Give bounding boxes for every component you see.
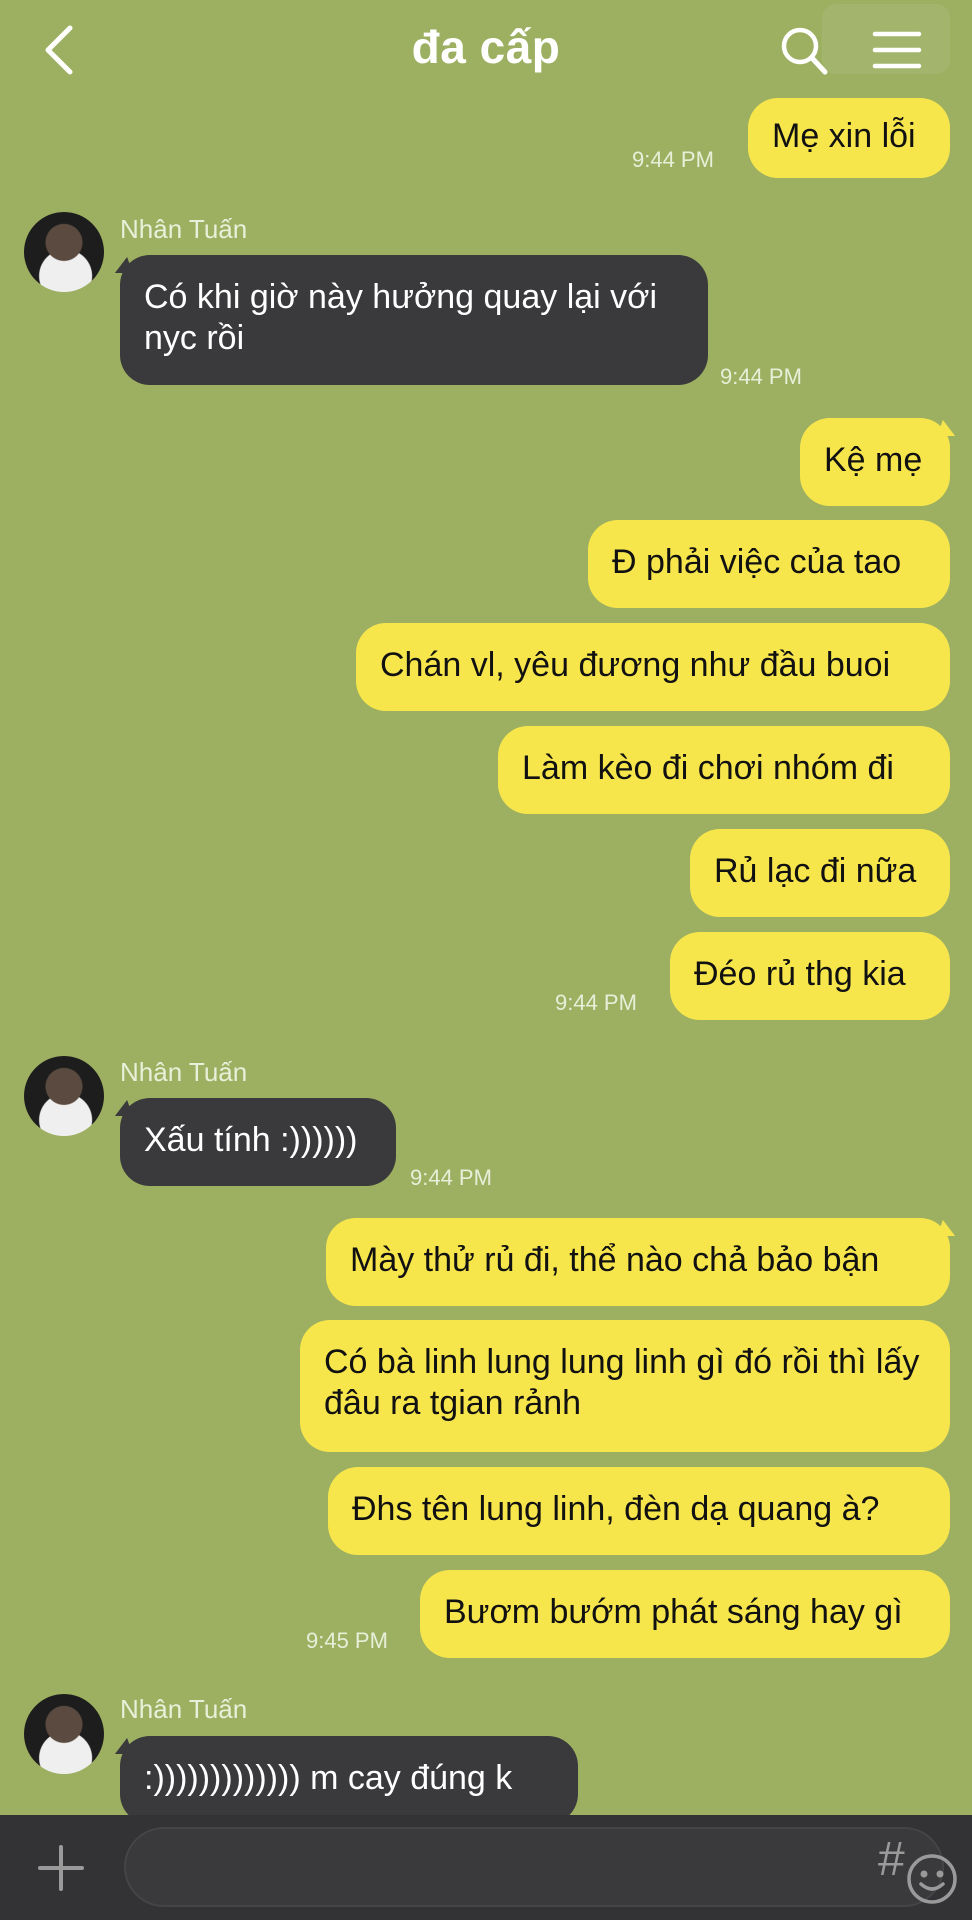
menu-icon [872,31,922,69]
message-bubble-outgoing[interactable]: Có bà linh lung lung linh gì đó rồi thì … [300,1320,950,1452]
plus-icon [38,1845,84,1891]
avatar[interactable] [24,1056,104,1136]
chat-header: đa cấp [0,0,972,100]
add-button[interactable] [38,1845,84,1896]
emoji-button[interactable] [906,1853,958,1910]
timestamp: 9:44 PM [632,147,714,172]
sender-name: Nhân Tuấn [120,214,248,244]
message-bubble-incoming[interactable]: :))))))))))))) m cay đúng k [120,1736,578,1815]
timestamp: 9:44 PM [555,990,637,1015]
hashtag-button[interactable]: # [878,1835,905,1885]
composer-bar: # [0,1815,972,1920]
search-button[interactable] [778,22,830,78]
sender-name: Nhân Tuấn [120,1694,248,1724]
message-bubble-outgoing[interactable]: Mày thử rủ đi, thể nào chả bảo bận [326,1218,950,1306]
message-bubble-incoming[interactable]: Xấu tính :)))))) [120,1098,396,1186]
message-bubble-outgoing[interactable]: Bươm bướm phát sáng hay gì [420,1570,950,1658]
search-icon [781,27,828,75]
message-bubble-outgoing[interactable]: Chán vl, yêu đương như đầu buoi [356,623,950,711]
message-bubble-outgoing[interactable]: Đéo rủ thg kia [670,932,950,1020]
avatar[interactable] [24,1694,104,1774]
message-bubble-outgoing[interactable]: Mẹ xin lỗi [748,98,950,178]
avatar[interactable] [24,212,104,292]
emoji-icon [907,1854,957,1904]
chat-area[interactable]: Mẹ xin lỗi 9:44 PM Nhân Tuấn Có khi giờ … [0,0,972,1815]
sender-name: Nhân Tuấn [120,1057,248,1087]
message-bubble-outgoing[interactable]: Đ phải việc của tao [588,520,950,608]
message-bubble-outgoing[interactable]: Rủ lạc đi nữa [690,829,950,917]
message-bubble-outgoing[interactable]: Đhs tên lung linh, đèn dạ quang à? [328,1467,950,1555]
message-input[interactable] [124,1827,957,1907]
message-bubble-outgoing[interactable]: Kệ mẹ [800,418,950,506]
menu-button[interactable] [872,22,922,78]
timestamp: 9:45 PM [306,1628,388,1653]
timestamp: 9:44 PM [720,364,802,389]
message-bubble-incoming[interactable]: Có khi giờ này hưởng quay lại với nyc rồ… [120,255,708,385]
timestamp: 9:44 PM [410,1165,492,1190]
message-bubble-outgoing[interactable]: Làm kèo đi chơi nhóm đi [498,726,950,814]
